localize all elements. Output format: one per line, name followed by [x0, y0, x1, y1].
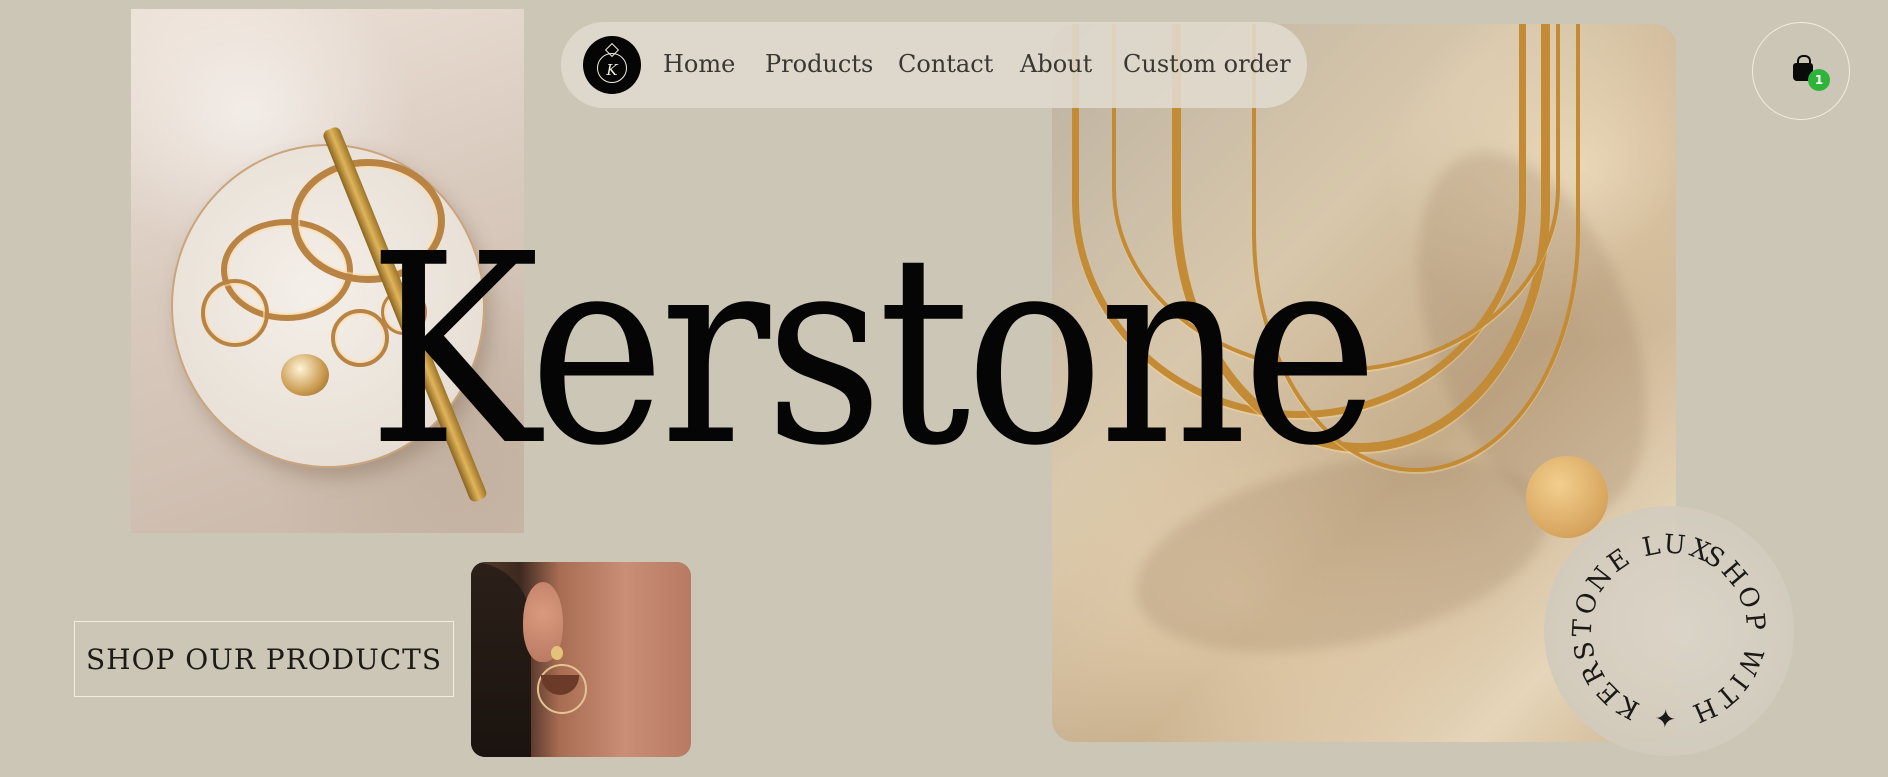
main-nav: K Home Products Contact About Custom ord… [561, 22, 1307, 108]
circular-text-badge[interactable]: SHOP WITH ✦ KERSTONE LUXE ✦ [1534, 463, 1861, 777]
brand-logo[interactable]: K [583, 36, 641, 94]
hair-shape [471, 562, 531, 757]
cart-button[interactable]: 1 [1752, 22, 1850, 120]
cart-count-badge: 1 [1808, 69, 1830, 91]
shop-products-button[interactable]: SHOP OUR PRODUCTS [74, 621, 454, 697]
earring-stud [551, 646, 563, 660]
ring-shape [201, 279, 269, 347]
nav-contact[interactable]: Contact [898, 50, 993, 78]
circular-text: SHOP WITH ✦ KERSTONE LUXE ✦ [1544, 506, 1794, 756]
nav-home[interactable]: Home [663, 50, 735, 78]
nav-products[interactable]: Products [765, 50, 873, 78]
earring-photo [471, 562, 691, 757]
logo-letter: K [606, 61, 618, 79]
circular-text-svg: SHOP WITH ✦ KERSTONE LUXE ✦ [1534, 463, 1861, 777]
hero-title: Kerstone [368, 198, 1378, 503]
nav-custom-order[interactable]: Custom order [1123, 50, 1291, 78]
nav-about[interactable]: About [1020, 50, 1092, 78]
shell-shape [281, 354, 329, 396]
